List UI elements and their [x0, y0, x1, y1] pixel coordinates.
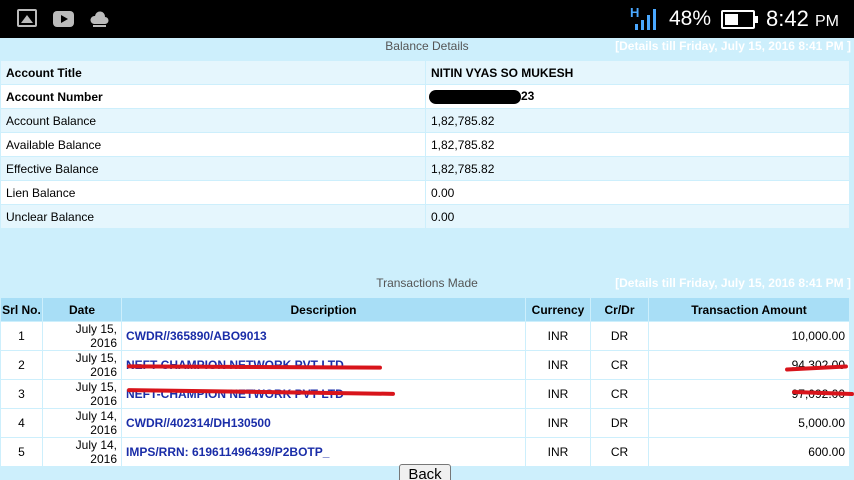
status-bar: H 48% 8:42 PM [0, 0, 854, 38]
transactions-section-header: Transactions Made [Details till Friday, … [0, 275, 854, 293]
cell-currency: INR [525, 379, 591, 409]
transactions-as-of: [Details till Friday, July 15, 2016 8:41… [615, 276, 851, 290]
battery-icon [721, 10, 758, 29]
balance-row: Account Title NITIN VYAS SO MUKESH [0, 60, 850, 85]
cell-crdr: DR [590, 408, 649, 438]
cell-amount: 5,000.00 [648, 408, 850, 438]
cell-crdr: CR [590, 437, 649, 467]
network-signal-icon: H [630, 5, 656, 30]
balance-as-of: [Details till Friday, July 15, 2016 8:41… [615, 39, 851, 53]
balance-row: Lien Balance 0.00 [0, 180, 850, 205]
cell-description-link[interactable]: IMPS/RRN: 619611496439/P2BOTP_ [121, 437, 526, 467]
cell-currency: INR [525, 408, 591, 438]
cell-crdr: CR [590, 350, 649, 380]
balance-table: Account Title NITIN VYAS SO MUKESH Accou… [0, 60, 850, 229]
cell-srl: 1 [0, 321, 43, 351]
cell-currency: INR [525, 321, 591, 351]
table-row: 1 July 15, 2016 CWDR//365890/ABO9013 INR… [0, 321, 850, 351]
clock-time: 8:42 [766, 6, 809, 31]
cell-srl: 3 [0, 379, 43, 409]
cell-currency: INR [525, 437, 591, 467]
balance-label: Account Title [0, 60, 426, 85]
balance-section-header: Balance Details [Details till Friday, Ju… [0, 38, 854, 56]
clock-ampm: PM [814, 13, 839, 30]
column-header-date: Date [42, 297, 122, 322]
balance-row: Account Number 23 [0, 84, 850, 109]
balance-label: Lien Balance [0, 180, 426, 205]
balance-value: 1,82,785.82 [425, 132, 850, 157]
battery-percent: 48% [669, 7, 712, 30]
cell-amount: 10,000.00 [648, 321, 850, 351]
balance-value: 0.00 [425, 204, 850, 229]
table-row: 3 July 15, 2016 NEFT-CHAMPION NETWORK PV… [0, 379, 850, 409]
youtube-icon [53, 11, 74, 27]
balance-label: Account Balance [0, 108, 426, 133]
column-header-amount: Transaction Amount [648, 297, 850, 322]
network-type-label: H [630, 5, 639, 20]
cell-description-link[interactable]: CWDR//402314/DH130500 [121, 408, 526, 438]
balance-value: 23 [521, 89, 535, 104]
balance-label: Available Balance [0, 132, 426, 157]
cell-currency: INR [525, 350, 591, 380]
balance-row: Available Balance 1,82,785.82 [0, 132, 850, 157]
cell-date: July 15, 2016 [42, 321, 122, 351]
account-number-cell: 23 [425, 84, 850, 109]
balance-row: Effective Balance 1,82,785.82 [0, 156, 850, 181]
cell-crdr: DR [590, 321, 649, 351]
cell-srl: 2 [0, 350, 43, 380]
cell-amount: 600.00 [648, 437, 850, 467]
balance-value: 1,82,785.82 [425, 108, 850, 133]
balance-label: Effective Balance [0, 156, 426, 181]
back-button[interactable]: Back [399, 464, 451, 480]
cell-srl: 4 [0, 408, 43, 438]
cell-srl: 5 [0, 437, 43, 467]
transactions-table: Srl No. Date Description Currency Cr/Dr … [0, 297, 850, 467]
cell-date: July 14, 2016 [42, 408, 122, 438]
balance-value: 0.00 [425, 180, 850, 205]
balance-value: NITIN VYAS SO MUKESH [425, 60, 850, 85]
cloud-icon [90, 11, 109, 27]
table-row: 5 July 14, 2016 IMPS/RRN: 619611496439/P… [0, 437, 850, 467]
clock: 8:42 PM [766, 6, 839, 32]
column-header-description: Description [121, 297, 526, 322]
column-header-crdr: Cr/Dr [590, 297, 649, 322]
balance-value: 1,82,785.82 [425, 156, 850, 181]
cell-date: July 15, 2016 [42, 350, 122, 380]
cell-crdr: CR [590, 379, 649, 409]
gallery-icon [17, 9, 37, 27]
cell-date: July 15, 2016 [42, 379, 122, 409]
balance-label: Account Number [0, 84, 426, 109]
redaction-mark [429, 89, 521, 104]
balance-label: Unclear Balance [0, 204, 426, 229]
cell-date: July 14, 2016 [42, 437, 122, 467]
cell-description-link[interactable]: CWDR//365890/ABO9013 [121, 321, 526, 351]
table-row: 4 July 14, 2016 CWDR//402314/DH130500 IN… [0, 408, 850, 438]
column-header-srl: Srl No. [0, 297, 43, 322]
table-header-row: Srl No. Date Description Currency Cr/Dr … [0, 297, 850, 322]
balance-row: Unclear Balance 0.00 [0, 204, 850, 229]
column-header-currency: Currency [525, 297, 591, 322]
balance-row: Account Balance 1,82,785.82 [0, 108, 850, 133]
